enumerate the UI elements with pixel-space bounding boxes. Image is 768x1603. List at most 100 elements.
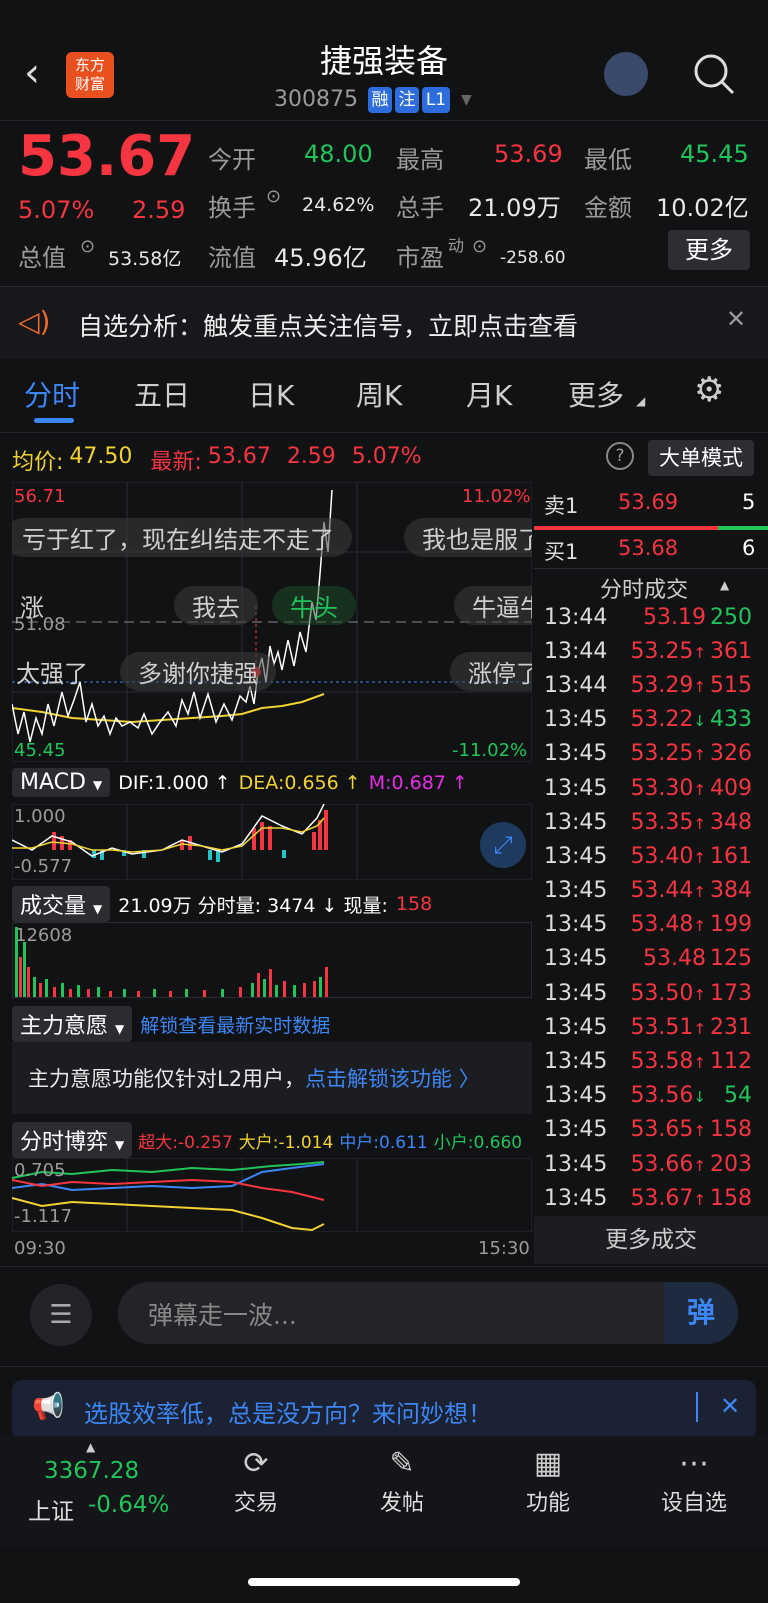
macd-chart [12,804,532,880]
bo-label: 分时博弈 [20,1130,109,1155]
mcap-label: 总值 [18,244,66,272]
trade-volume: 203 [710,1151,752,1177]
notice-bar[interactable]: ◁) 自选分析：触发重点关注信号，立即点击查看 ✕ [0,287,768,359]
tab-indicator [34,418,74,423]
tab-more[interactable]: 更多 [568,374,624,414]
robot-avatar-icon[interactable] [604,52,648,96]
trade-row: 13:45 53.58↑ 112 [534,1044,768,1078]
comment-settings-icon[interactable]: ☰ [30,1284,92,1346]
bo-selector[interactable]: 分时博弈 ▼ [12,1122,133,1158]
bottom-nav: ▲ 3367.28 上证 -0.64% ⟳ 交易 ✎ 发帖 ▦ 功能 ⋯ 设自选 [0,1436,768,1546]
time-end: 15:30 [478,1238,530,1259]
trade-time: 13:45 [544,843,608,869]
dropdown-icon: ▼ [115,1138,125,1152]
bo-header: 分时博弈 ▼ 超大:-0.257 大户:-1.014 中户:0.611 小户:0… [12,1122,522,1158]
turnover-label: 换手 [208,194,256,222]
close-icon[interactable]: ✕ [726,305,746,333]
search-icon[interactable] [692,52,736,96]
notice-text: 自选分析：触发重点关注信号，立即点击查看 [78,312,579,341]
badge-level: L1 [421,87,450,113]
buy1-label: 买1 [544,540,579,564]
tab-month-k[interactable]: 月K [466,374,512,414]
comment-input[interactable]: 弹幕走一波... 弹 [118,1282,738,1344]
time-start: 09:30 [14,1238,66,1259]
info-icon-2[interactable]: ⊙ [266,186,281,207]
zlyy-link[interactable]: 解锁查看最新实时数据 [140,1011,330,1038]
nav-trade-label: 交易 [233,1491,278,1516]
trade-price: 53.25↑ [630,638,706,664]
zlyy-unlock-link[interactable]: 点击解锁该功能 〉 [305,1063,480,1093]
index-value[interactable]: 3367.28 [44,1458,139,1484]
tab-intraday[interactable]: 分时 [24,374,80,414]
low-label: 最低 [584,146,632,174]
index-pct[interactable]: -0.64% [88,1492,169,1518]
trade-row: 13:45 53.48↑ 199 [534,908,768,942]
trade-time: 13:44 [544,638,608,664]
trade-volume: 433 [710,707,752,733]
dropdown-icon[interactable]: ▼ [461,92,472,108]
sort-up-icon[interactable]: ▲ [720,578,729,592]
trade-row: 13:44 53.25↑ 361 [534,634,768,668]
promo-banner[interactable]: 📢 选股效率低，总是没方向？来问妙想！ ✕ [12,1380,756,1440]
volume-info: 21.09万 分时量: 3474 ↓ 现量: [118,894,388,917]
dropdown-icon: ▼ [115,1022,125,1036]
promo-close-icon[interactable]: ✕ [720,1392,740,1420]
badge-margin: 融 [367,87,392,113]
trade-price: 53.22↓ [630,707,706,733]
macd-label: MACD [20,770,86,795]
trade-time: 13:45 [544,1049,608,1075]
index-name[interactable]: 上证 [28,1492,74,1526]
more-trades-button[interactable]: 更多成交 [534,1216,768,1264]
bo-mid: 中户:0.611 [339,1132,428,1153]
trade-volume: 348 [710,809,752,835]
trade-volume: 54 [724,1083,752,1109]
stock-code: 300875 [274,87,358,112]
trade-volume: 384 [710,878,752,904]
turnover-value: 24.62% [302,194,375,216]
open-value: 48.00 [304,140,373,168]
more-button[interactable]: 更多 [668,230,750,270]
big-order-button[interactable]: 大单模式 [648,440,754,476]
float-value: 45.96亿 [274,244,367,272]
trade-volume: 158 [710,1185,752,1211]
trade-volume: 199 [710,912,752,938]
nav-watchlist[interactable]: ⋯ 设自选 [644,1446,744,1517]
nav-functions-label: 功能 [525,1491,570,1516]
bo-big: 大户:-1.014 [238,1132,334,1153]
danmu-item: 牛头 [272,586,356,625]
trade-volume: 125 [710,946,752,972]
high-value: 53.69 [494,140,563,168]
stock-title: 捷强装备 [319,42,448,80]
zlyy-msg: 主力意愿功能仅针对L2用户， [28,1067,306,1091]
tab-day-k[interactable]: 日K [248,374,294,414]
danmu-send-button[interactable]: 弹 [664,1282,738,1344]
info-icon[interactable]: ⊙ [80,236,95,257]
macd-selector[interactable]: MACD ▼ [12,768,111,797]
zlyy-selector[interactable]: 主力意愿 ▼ [12,1006,133,1042]
volume-selector[interactable]: 成交量 ▼ [12,886,111,922]
info-icon-3[interactable]: ⊙ [472,236,487,257]
float-label: 流值 [208,244,256,272]
high-label: 最高 [396,146,444,174]
tab-five-day[interactable]: 五日 [134,374,190,414]
trade-time: 13:45 [544,946,608,972]
nav-trade[interactable]: ⟳ 交易 [206,1446,306,1517]
expand-icon[interactable]: ⤢ [480,822,526,868]
last-label: 最新: [150,450,202,475]
nav-functions[interactable]: ▦ 功能 [498,1446,598,1517]
tab-week-k[interactable]: 周K [356,374,402,414]
nav-post[interactable]: ✎ 发帖 [352,1446,452,1517]
settings-gear-icon[interactable]: ⚙ [694,370,724,410]
help-icon[interactable]: ? [606,442,634,470]
open-label: 今开 [208,146,256,174]
trade-price: 53.25↑ [630,741,706,767]
sell1-price: 53.69 [618,490,679,514]
badge-registration: 注 [394,87,419,113]
trade-price: 53.40↑ [630,843,706,869]
trade-time: 13:45 [544,878,608,904]
bo-top: 0.705 [14,1160,66,1181]
period-tabs: 分时 五日 日K 周K 月K 更多 ◢ ⚙ [0,360,768,430]
trade-row: 13:45 53.67↑ 158 [534,1181,768,1215]
pe-sup: 动 [448,236,465,255]
up-caret-icon: ▲ [86,1440,96,1454]
